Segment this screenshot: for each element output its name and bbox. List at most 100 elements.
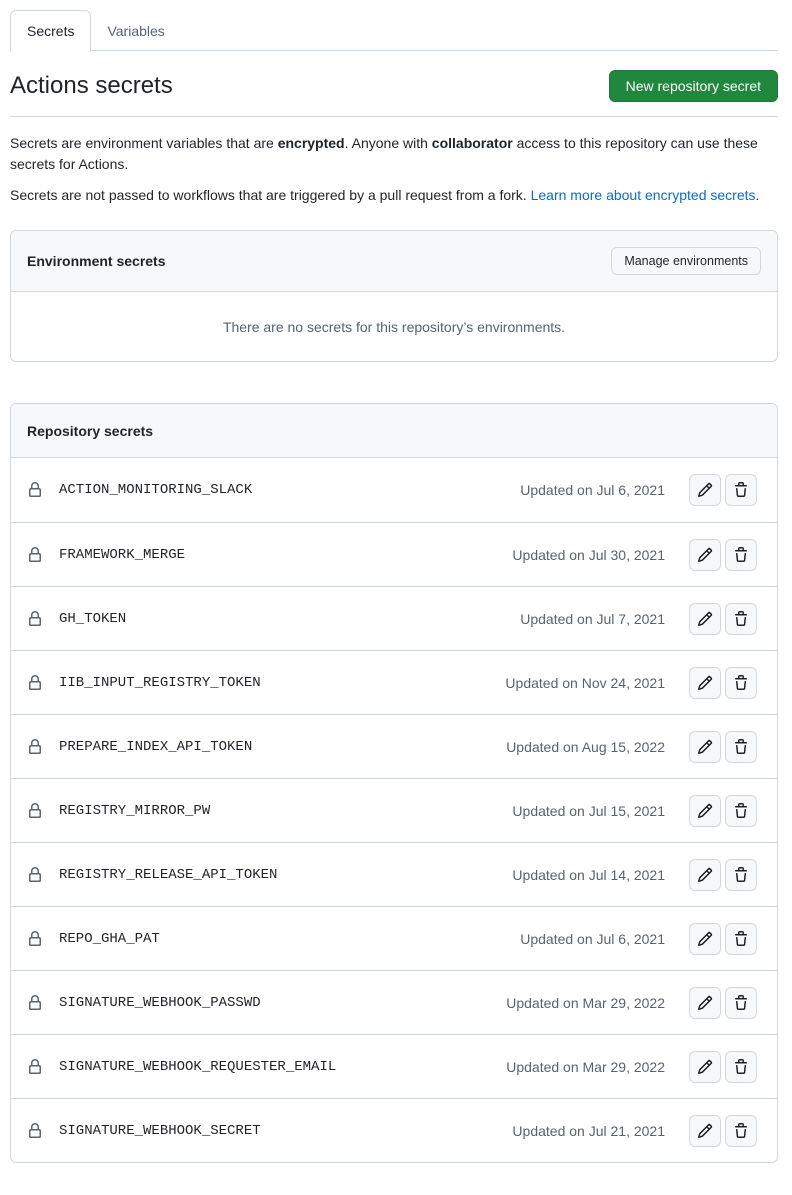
secret-list: ACTION_MONITORING_SLACK Updated on Jul 6… xyxy=(11,458,777,1162)
edit-secret-button[interactable] xyxy=(689,858,721,891)
trash-icon xyxy=(733,546,749,563)
encrypted-emphasis: encrypted xyxy=(277,135,345,151)
secret-name: FRAMEWORK_MERGE xyxy=(59,546,186,563)
pencil-icon xyxy=(697,611,713,627)
delete-secret-button[interactable] xyxy=(725,538,757,571)
secret-name: SIGNATURE_WEBHOOK_SECRET xyxy=(59,1122,261,1139)
trash-icon xyxy=(733,610,749,627)
secret-name: REPO_GHA_PAT xyxy=(59,930,160,947)
learn-more-link[interactable]: Learn more about encrypted secrets xyxy=(531,187,756,203)
secret-updated-date: Updated on Jul 7, 2021 xyxy=(520,610,665,627)
secret-row: REGISTRY_RELEASE_API_TOKEN Updated on Ju… xyxy=(11,842,777,906)
secret-row: SIGNATURE_WEBHOOK_SECRET Updated on Jul … xyxy=(11,1098,777,1162)
secret-name: PREPARE_INDEX_API_TOKEN xyxy=(59,738,253,755)
tab-secrets[interactable]: Secrets xyxy=(10,10,92,52)
secret-updated-date: Updated on Jul 6, 2021 xyxy=(520,482,665,498)
edit-secret-button[interactable] xyxy=(689,986,721,1019)
pencil-icon xyxy=(697,482,713,498)
secret-name: REGISTRY_RELEASE_API_TOKEN xyxy=(59,866,278,883)
secret-row: REPO_GHA_PAT Updated on Jul 6, 2021 xyxy=(11,906,777,970)
new-repository-secret-button[interactable]: New repository secret xyxy=(608,70,778,102)
delete-secret-button[interactable] xyxy=(725,794,757,827)
delete-secret-button[interactable] xyxy=(725,986,757,1019)
edit-secret-button[interactable] xyxy=(689,602,721,635)
delete-secret-button[interactable] xyxy=(725,666,757,699)
trash-icon xyxy=(733,674,749,691)
delete-secret-button[interactable] xyxy=(725,602,757,635)
environment-secrets-title: Environment secrets xyxy=(27,253,166,269)
secret-row: ACTION_MONITORING_SLACK Updated on Jul 6… xyxy=(11,458,777,522)
trash-icon xyxy=(733,802,749,819)
secret-name: REGISTRY_MIRROR_PW xyxy=(59,802,211,819)
secret-name: ACTION_MONITORING_SLACK xyxy=(59,482,253,498)
pencil-icon xyxy=(697,995,713,1011)
delete-secret-button[interactable] xyxy=(725,474,757,506)
trash-icon xyxy=(733,1058,749,1075)
delete-secret-button[interactable] xyxy=(725,858,757,891)
edit-secret-button[interactable] xyxy=(689,794,721,827)
secret-name: GH_TOKEN xyxy=(59,610,127,627)
pencil-icon xyxy=(697,867,713,883)
pencil-icon xyxy=(697,675,713,691)
lock-icon xyxy=(27,674,43,691)
lock-icon xyxy=(27,930,43,947)
secret-row: PREPARE_INDEX_API_TOKEN Updated on Aug 1… xyxy=(11,714,777,778)
edit-secret-button[interactable] xyxy=(689,474,721,506)
secret-row: GH_TOKEN Updated on Jul 7, 2021 xyxy=(11,586,777,650)
trash-icon xyxy=(733,482,749,498)
secret-updated-date: Updated on Jul 6, 2021 xyxy=(520,930,665,947)
lock-icon xyxy=(27,994,43,1011)
lock-icon xyxy=(27,1122,43,1139)
trash-icon xyxy=(733,738,749,755)
edit-secret-button[interactable] xyxy=(689,1050,721,1083)
trash-icon xyxy=(733,1122,749,1139)
intro-paragraph: Secrets are environment variables that a… xyxy=(10,133,778,175)
secrets-page: Secrets Variables Actions secrets New re… xyxy=(10,10,778,1163)
secret-name: IIB_INPUT_REGISTRY_TOKEN xyxy=(59,674,261,691)
delete-secret-button[interactable] xyxy=(725,922,757,955)
lock-icon xyxy=(27,738,43,755)
tab-variables[interactable]: Variables xyxy=(91,10,180,51)
pencil-icon xyxy=(697,803,713,819)
secret-updated-date: Updated on Jul 30, 2021 xyxy=(512,546,665,563)
edit-secret-button[interactable] xyxy=(689,922,721,955)
secret-updated-date: Updated on Jul 14, 2021 xyxy=(512,866,665,883)
repository-secrets-title: Repository secrets xyxy=(27,422,154,439)
edit-secret-button[interactable] xyxy=(689,730,721,763)
trash-icon xyxy=(733,866,749,883)
manage-environments-button[interactable]: Manage environments xyxy=(611,247,761,275)
secret-name: SIGNATURE_WEBHOOK_REQUESTER_EMAIL xyxy=(59,1058,337,1075)
pencil-icon xyxy=(697,1059,713,1075)
secret-row: FRAMEWORK_MERGE Updated on Jul 30, 2021 xyxy=(11,522,777,586)
delete-secret-button[interactable] xyxy=(725,1114,757,1147)
fork-note-paragraph: Secrets are not passed to workflows that… xyxy=(10,185,778,206)
repository-secrets-box: Repository secrets ACTION_MONITORING_SLA… xyxy=(10,403,778,1163)
page-header: Actions secrets New repository secret xyxy=(10,70,778,117)
lock-icon xyxy=(27,802,43,819)
intro-text: Secrets are environment variables that a… xyxy=(10,135,278,151)
pencil-icon xyxy=(697,547,713,563)
secret-row: SIGNATURE_WEBHOOK_REQUESTER_EMAIL Update… xyxy=(11,1034,777,1098)
pencil-icon xyxy=(697,1123,713,1139)
secret-updated-date: Updated on Mar 29, 2022 xyxy=(506,1058,665,1075)
edit-secret-button[interactable] xyxy=(689,538,721,571)
secret-updated-date: Updated on Aug 15, 2022 xyxy=(506,738,665,755)
lock-icon xyxy=(27,546,43,563)
edit-secret-button[interactable] xyxy=(689,1114,721,1147)
lock-icon xyxy=(27,482,43,498)
lock-icon xyxy=(27,866,43,883)
tab-bar: Secrets Variables xyxy=(10,10,778,52)
intro-text: . Anyone with xyxy=(344,135,432,151)
secret-updated-date: Updated on Jul 21, 2021 xyxy=(512,1122,665,1139)
environment-secrets-box: Environment secrets Manage environments … xyxy=(10,230,778,362)
edit-secret-button[interactable] xyxy=(689,666,721,699)
secret-row: IIB_INPUT_REGISTRY_TOKEN Updated on Nov … xyxy=(11,650,777,714)
environment-empty-message: There are no secrets for this repository… xyxy=(222,318,566,335)
delete-secret-button[interactable] xyxy=(725,730,757,763)
delete-secret-button[interactable] xyxy=(725,1050,757,1083)
secret-updated-date: Updated on Jul 15, 2021 xyxy=(512,802,665,819)
collaborator-emphasis: collaborator xyxy=(431,135,513,151)
trash-icon xyxy=(733,994,749,1011)
pencil-icon xyxy=(697,931,713,947)
pencil-icon xyxy=(697,739,713,755)
